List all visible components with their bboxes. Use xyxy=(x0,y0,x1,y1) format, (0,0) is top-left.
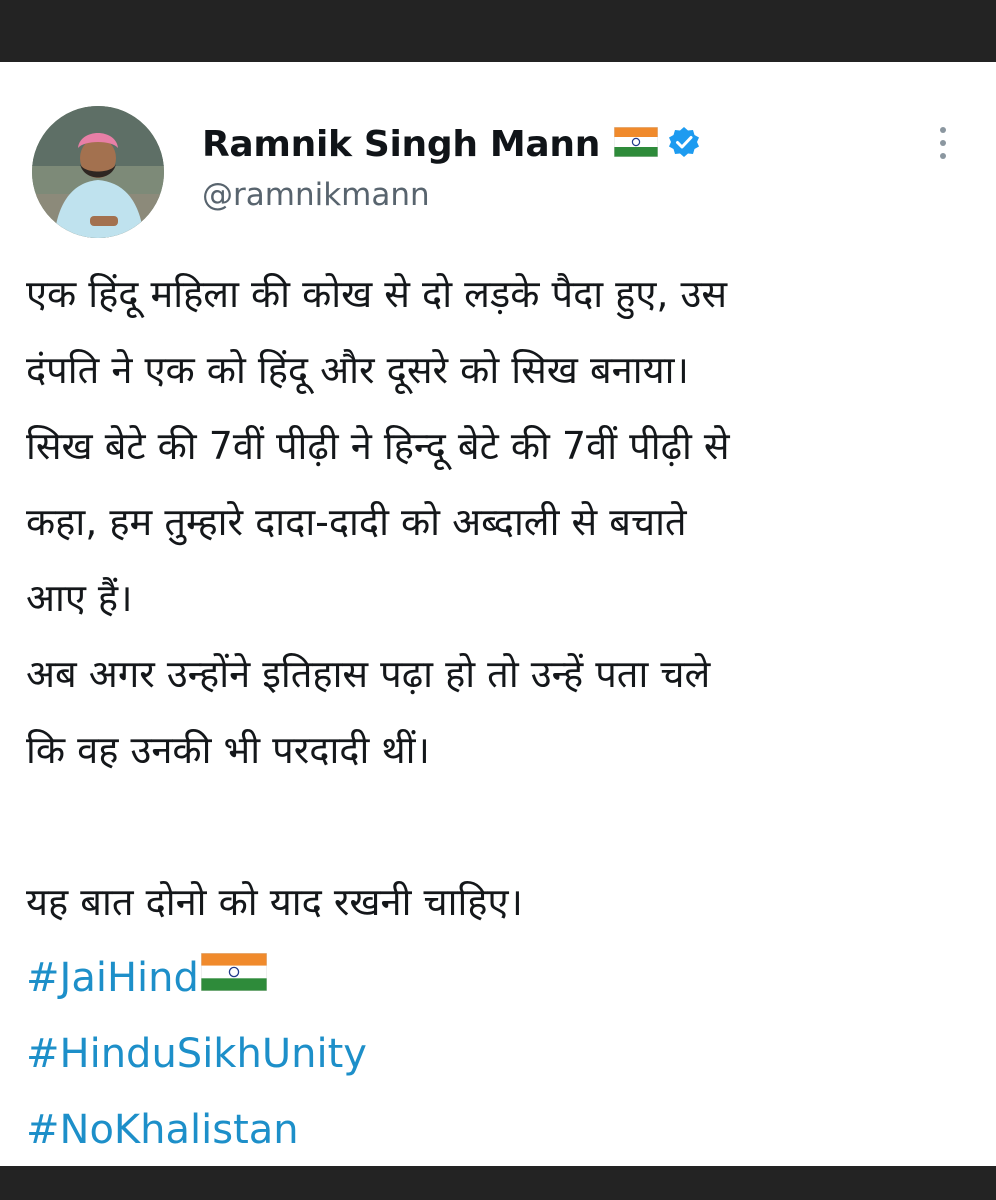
hashtag-text: #NoKhalistan xyxy=(26,1107,299,1153)
avatar[interactable] xyxy=(32,106,164,238)
tweet-line: आए हैं। xyxy=(26,576,133,620)
bottom-dark-bar xyxy=(0,1166,996,1200)
tweet-line: दंपति ने एक को हिंदू और दूसरे को सिख बना… xyxy=(26,348,689,392)
author-handle[interactable]: @ramnikmann xyxy=(202,177,430,213)
tweet-line: कहा, हम तुम्हारे दादा-दादी को अब्दाली से… xyxy=(26,500,687,544)
india-flag-icon xyxy=(613,126,659,161)
tweet-text: एक हिंदू महिला की कोख से दो लड़के पैदा ह… xyxy=(26,256,976,1166)
tweet-line: कि वह उनकी भी परदादी थीं। xyxy=(26,728,430,772)
more-dot xyxy=(940,153,946,159)
tweet-line: सिख बेटे की 7वीं पीढ़ी ने हिन्दू बेटे की… xyxy=(26,424,730,468)
top-dark-bar xyxy=(0,0,996,62)
hashtag-text: #HinduSikhUnity xyxy=(26,1031,367,1077)
india-flag-icon xyxy=(200,940,268,1016)
tweet-line: अब अगर उन्होंने इतिहास पढ़ा हो तो उन्हें… xyxy=(26,652,711,696)
more-dot xyxy=(940,127,946,133)
hashtag-hindusikhunity[interactable]: #HinduSikhUnity xyxy=(26,1016,976,1092)
more-options-icon[interactable] xyxy=(928,118,958,168)
tweet-line: एक हिंदू महिला की कोख से दो लड़के पैदा ह… xyxy=(26,272,728,316)
tweet-card: Ramnik Singh Mann @ramnikmann एक हिंदू म… xyxy=(0,62,996,1166)
hashtag-nokhalistan[interactable]: #NoKhalistan xyxy=(26,1092,976,1166)
author-name-row: Ramnik Singh Mann xyxy=(202,120,700,168)
hashtag-text: #JaiHind xyxy=(26,955,199,1001)
author-display-name[interactable]: Ramnik Singh Mann xyxy=(202,124,600,165)
more-dot xyxy=(940,140,946,146)
tweet-closing-line: यह बात दोनो को याद रखनी चाहिए। xyxy=(26,880,523,924)
hashtag-jaihind[interactable]: #JaiHind xyxy=(26,940,976,1016)
verified-badge-icon xyxy=(668,126,700,162)
